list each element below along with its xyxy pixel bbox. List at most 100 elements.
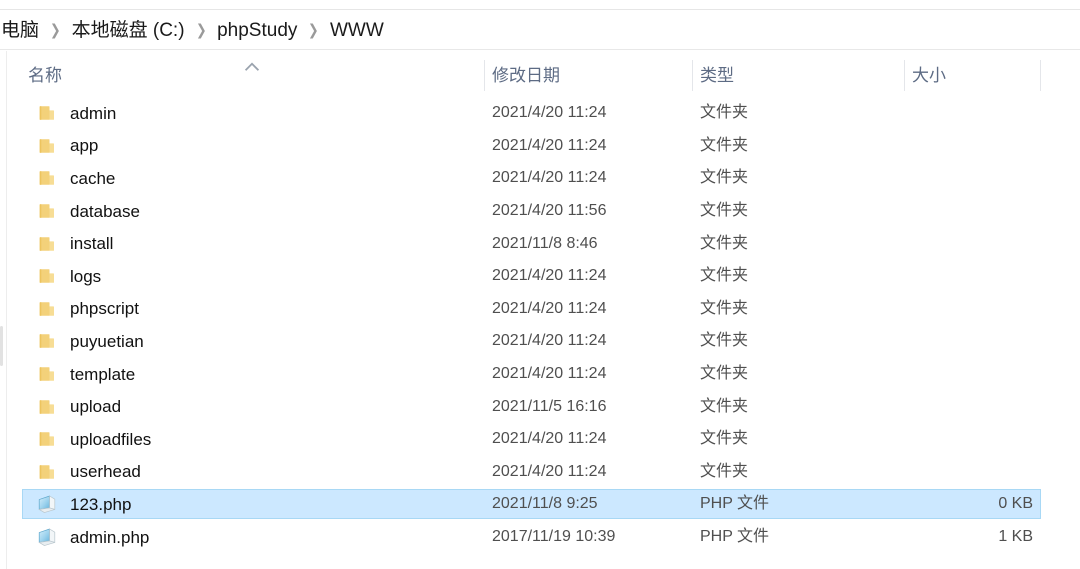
file-type-cell: 文件夹	[700, 390, 900, 423]
file-date-modified-cell: 2021/4/20 11:56	[492, 195, 692, 228]
file-row[interactable]: admin.php 2017/11/19 10:39 PHP 文件 1 KB	[8, 521, 1080, 554]
file-size-cell	[888, 260, 1033, 293]
breadcrumb-segment-2[interactable]: phpStudy	[214, 19, 300, 42]
file-type-cell: PHP 文件	[700, 488, 900, 521]
file-row[interactable]: uploadfiles 2021/4/20 11:24 文件夹	[8, 423, 1080, 456]
file-name-label: install	[70, 234, 114, 254]
file-name-cell[interactable]: userhead	[36, 456, 484, 489]
column-header-size[interactable]: 大小	[912, 53, 1048, 97]
php-file-icon	[36, 493, 58, 515]
file-name-label: uploadfiles	[70, 429, 152, 449]
file-row[interactable]: admin 2021/4/20 11:24 文件夹	[8, 97, 1080, 130]
file-type-label: 文件夹	[700, 104, 749, 122]
file-row[interactable]: phpscript 2021/4/20 11:24 文件夹	[8, 293, 1080, 326]
file-name-label: 123.php	[70, 494, 132, 514]
file-name-cell[interactable]: puyuetian	[36, 325, 484, 358]
column-resize-handle-3[interactable]	[1040, 60, 1041, 91]
breadcrumb-segment-0[interactable]: 电脑	[0, 19, 42, 42]
file-type-cell: 文件夹	[700, 293, 900, 326]
file-date-modified-label: 2021/4/20 11:24	[492, 332, 607, 350]
file-date-modified-cell: 2021/4/20 11:24	[492, 423, 692, 456]
file-date-modified-label: 2021/11/5 16:16	[492, 397, 607, 415]
file-date-modified-label: 2021/11/8 9:25	[492, 495, 598, 513]
file-type-cell: 文件夹	[700, 227, 900, 260]
file-explorer-window: 电脑 ❯ 本地磁盘 (C:) ❯ phpStudy ❯ WWW 名称 修改日期 类型 大小 adm…	[0, 0, 1080, 569]
file-type-label: 文件夹	[700, 136, 749, 154]
file-date-modified-cell: 2021/4/20 11:24	[492, 97, 692, 130]
file-row[interactable]: userhead 2021/4/20 11:24 文件夹	[8, 456, 1080, 489]
navigation-pane-scrollbar-thumb[interactable]	[0, 326, 3, 366]
folder-icon	[36, 102, 58, 124]
file-row[interactable]: app 2021/4/20 11:24 文件夹	[8, 130, 1080, 163]
file-row[interactable]: cache 2021/4/20 11:24 文件夹	[8, 162, 1080, 195]
file-name-cell[interactable]: template	[36, 358, 484, 391]
file-size-cell	[888, 195, 1033, 228]
file-name-label: cache	[70, 168, 116, 188]
file-size-cell: 1 KB	[888, 521, 1033, 554]
file-size-cell	[888, 293, 1033, 326]
column-header-label: 修改日期	[492, 65, 560, 85]
file-type-label: 文件夹	[700, 267, 749, 285]
file-name-cell[interactable]: app	[36, 130, 484, 163]
file-date-modified-label: 2021/4/20 11:24	[492, 169, 607, 187]
file-date-modified-label: 2021/4/20 11:24	[492, 430, 607, 448]
file-name-cell[interactable]: admin.php	[36, 521, 484, 554]
file-name-cell[interactable]: install	[36, 227, 484, 260]
file-type-label: PHP 文件	[700, 528, 770, 546]
php-file-icon	[36, 526, 58, 548]
breadcrumb-segment-1[interactable]: 本地磁盘 (C:)	[69, 19, 188, 42]
file-row[interactable]: install 2021/11/8 8:46 文件夹	[8, 227, 1080, 260]
file-date-modified-label: 2021/4/20 11:24	[492, 299, 607, 317]
file-size-cell	[888, 227, 1033, 260]
file-size-cell	[888, 423, 1033, 456]
file-date-modified-label: 2021/4/20 11:24	[492, 267, 607, 285]
column-resize-handle-0[interactable]	[484, 60, 485, 91]
file-row[interactable]: database 2021/4/20 11:56 文件夹	[8, 195, 1080, 228]
file-list[interactable]: admin 2021/4/20 11:24 文件夹 app 2021/4/20 11:2…	[8, 97, 1080, 569]
file-type-cell: 文件夹	[700, 162, 900, 195]
column-resize-handle-2[interactable]	[904, 60, 905, 91]
breadcrumb-segment-3[interactable]: WWW	[327, 19, 387, 42]
folder-icon	[36, 298, 58, 320]
file-name-cell[interactable]: upload	[36, 390, 484, 423]
folder-icon	[36, 428, 58, 450]
file-row[interactable]: 123.php 2021/11/8 9:25 PHP 文件 0 KB	[8, 488, 1080, 521]
file-row[interactable]: puyuetian 2021/4/20 11:24 文件夹	[8, 325, 1080, 358]
file-type-label: 文件夹	[700, 202, 749, 220]
column-header-type[interactable]: 类型	[700, 53, 900, 97]
file-type-label: 文件夹	[700, 462, 749, 480]
file-date-modified-label: 2021/4/20 11:24	[492, 365, 607, 383]
file-type-cell: 文件夹	[700, 260, 900, 293]
file-date-modified-cell: 2021/4/20 11:24	[492, 325, 692, 358]
file-date-modified-cell: 2021/4/20 11:24	[492, 130, 692, 163]
file-size-cell	[888, 162, 1033, 195]
file-name-label: puyuetian	[70, 331, 144, 351]
file-name-cell[interactable]: cache	[36, 162, 484, 195]
folder-icon	[36, 396, 58, 418]
column-header-date[interactable]: 修改日期	[492, 53, 700, 97]
file-date-modified-cell: 2017/11/19 10:39	[492, 521, 692, 554]
file-date-modified-label: 2017/11/19 10:39	[492, 528, 616, 546]
file-row[interactable]: template 2021/4/20 11:24 文件夹	[8, 358, 1080, 391]
file-size-cell	[888, 390, 1033, 423]
file-name-cell[interactable]: admin	[36, 97, 484, 130]
column-resize-handle-1[interactable]	[692, 60, 693, 91]
address-bar[interactable]: 电脑 ❯ 本地磁盘 (C:) ❯ phpStudy ❯ WWW	[0, 10, 1080, 50]
file-date-modified-label: 2021/4/20 11:24	[492, 104, 607, 122]
file-name-cell[interactable]: logs	[36, 260, 484, 293]
file-type-label: PHP 文件	[700, 495, 770, 513]
file-name-label: logs	[70, 266, 102, 286]
breadcrumb-separator-icon: ❯	[49, 22, 61, 39]
file-name-cell[interactable]: database	[36, 195, 484, 228]
file-name-label: admin	[70, 103, 117, 123]
breadcrumb-separator-icon: ❯	[195, 22, 207, 39]
file-name-cell[interactable]: 123.php	[36, 488, 484, 521]
file-name-cell[interactable]: phpscript	[36, 293, 484, 326]
column-header-label: 类型	[700, 65, 734, 85]
file-row[interactable]: upload 2021/11/5 16:16 文件夹	[8, 390, 1080, 423]
file-row[interactable]: logs 2021/4/20 11:24 文件夹	[8, 260, 1080, 293]
file-name-label: phpscript	[70, 299, 139, 319]
file-name-cell[interactable]: uploadfiles	[36, 423, 484, 456]
file-size-label: 0 KB	[998, 495, 1033, 513]
file-name-label: app	[70, 136, 99, 156]
